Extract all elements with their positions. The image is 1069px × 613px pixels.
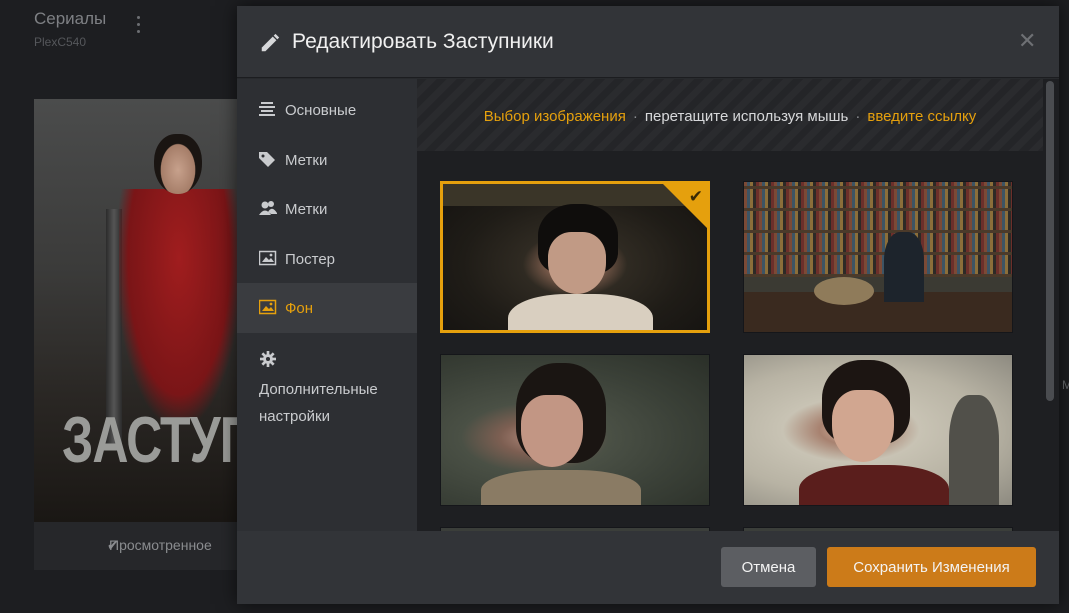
choose-image-link[interactable]: Выбор изображения (484, 108, 626, 125)
sidebar-item-advanced[interactable]: Дополнительные настройки (237, 333, 417, 425)
check-icon: ✔ (107, 537, 119, 553)
drag-hint: перетащите используя мышь (644, 108, 849, 125)
poster-title: ЗАСТУПНИ (62, 403, 249, 477)
watched-label: Просмотренное (109, 537, 212, 553)
list-icon (259, 102, 275, 116)
background-thumbnail[interactable] (743, 181, 1013, 333)
image-picker: Выбор изображения · перетащите используя м… (417, 79, 1059, 531)
library-header: Сериалы PlexC540 (34, 9, 106, 49)
sidebar-item-background[interactable]: Фон (237, 283, 417, 333)
more-options-icon[interactable] (136, 16, 142, 36)
sidebar-item-tags[interactable]: Метки (237, 135, 417, 185)
save-changes-button[interactable]: Сохранить Изменения (827, 547, 1036, 587)
gear-icon (260, 351, 276, 367)
background-thumbnail[interactable] (440, 354, 710, 506)
sidebar-item-label: Метки (285, 201, 328, 218)
sidebar-item-label: Дополнительные настройки (259, 381, 378, 425)
sidebar-item-people-tags[interactable]: Метки (237, 184, 417, 234)
enter-link-link[interactable]: введите ссылку (867, 108, 976, 125)
sidebar-item-label: Постер (285, 251, 336, 268)
sidebar-item-poster[interactable]: Постер (237, 234, 417, 284)
server-name: PlexC540 (34, 35, 87, 49)
sidebar-item-general[interactable]: Основные (237, 85, 417, 135)
show-poster[interactable]: ЗАСТУПНИ (34, 99, 249, 522)
people-icon (259, 201, 277, 215)
sidebar-item-label: Метки (285, 152, 328, 169)
scrollbar-thumb[interactable] (1046, 81, 1054, 401)
sidebar-item-label: Основные (285, 102, 357, 119)
close-icon[interactable]: ✕ (1018, 30, 1036, 52)
image-source-toolbar: Выбор изображения · перетащите используя м… (417, 79, 1043, 151)
dialog-header: Редактировать Заступники ✕ (237, 6, 1059, 78)
background-thumbnail[interactable] (743, 354, 1013, 506)
background-thumbnail-selected[interactable]: ✔ (440, 181, 710, 333)
section-title[interactable]: Сериалы (34, 9, 106, 29)
sidebar-item-label: Фон (285, 300, 314, 317)
pencil-icon (261, 33, 280, 52)
check-icon: ✔ (688, 187, 703, 206)
tags-icon (259, 152, 275, 167)
image-icon (259, 299, 277, 315)
cancel-button[interactable]: Отмена (721, 547, 816, 587)
dialog-sidebar: Основные Метки Метки Постер Фон Дополнит… (237, 79, 417, 531)
image-icon (259, 250, 277, 266)
edit-dialog: Редактировать Заступники ✕ Основные Метк… (237, 6, 1059, 604)
edge-letter: M (1062, 378, 1069, 392)
dialog-title: Редактировать Заступники (292, 30, 554, 53)
watched-status[interactable]: ✔ Просмотренное (34, 522, 249, 570)
dialog-footer: Отмена Сохранить Изменения (237, 531, 1059, 604)
